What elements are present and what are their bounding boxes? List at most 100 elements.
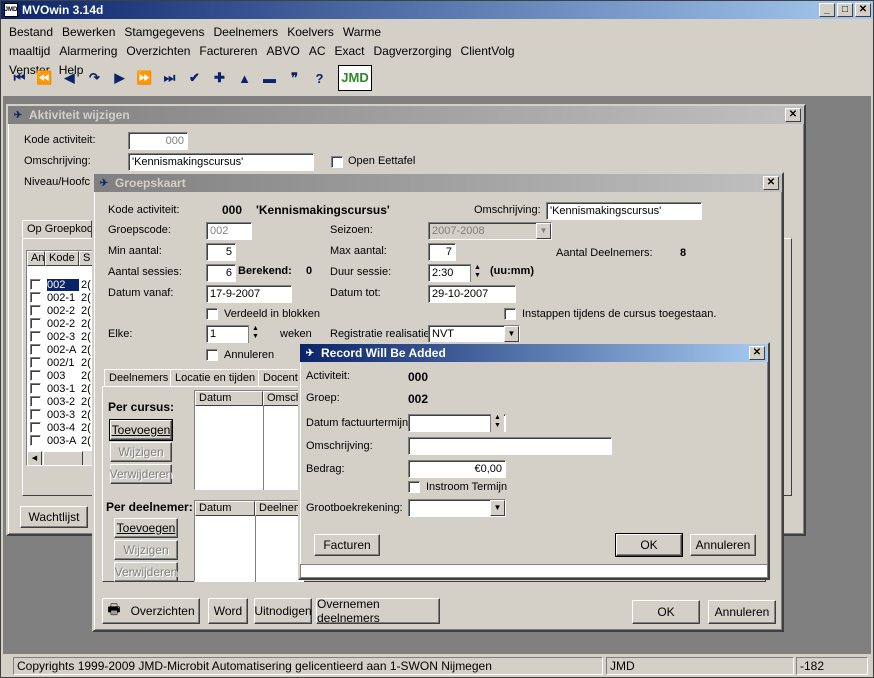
table-row[interactable]: 003-3 2( [27,409,93,422]
deelnemer-wijzigen-button[interactable]: Wijzigen [114,540,178,560]
aw-grid[interactable]: An Kode S 002 2(002-1 2(002-2 2(002-2 2(002-… [26,250,94,466]
col-datum[interactable]: Datum [195,501,255,516]
facturen-button[interactable]: Facturen [314,534,380,556]
row-checkbox[interactable] [30,370,41,381]
gk-close-button[interactable]: ✕ [763,176,779,190]
open-eettafel-checkbox[interactable] [331,156,343,168]
elke-spinner-icon[interactable]: ▲ ▼ [248,325,262,343]
menu-item[interactable]: AC [309,44,326,58]
table-row[interactable]: 002/1 2( [27,357,93,370]
redo-icon[interactable]: ↷ [82,70,107,86]
col-an[interactable]: An [27,251,45,266]
row-checkbox[interactable] [30,292,41,303]
annuleren-checkbox[interactable] [206,349,218,361]
row-checkbox[interactable] [30,344,41,355]
jmd-toolbar-logo[interactable]: JMD [338,65,372,91]
table-row[interactable]: 002 2( [27,279,93,292]
row-checkbox[interactable] [30,435,41,446]
cursus-grid[interactable]: Datum Omsch [194,390,305,490]
table-row[interactable]: 003-A 2( [27,435,93,448]
menu-item[interactable]: Bestand [9,25,53,39]
gk-omschr-input[interactable]: 'Kennismakingscursus' [546,202,702,220]
duur-spinner-icon[interactable]: ▲ ▼ [470,264,484,282]
close-button[interactable]: ✕ [855,3,871,17]
menu-item[interactable]: Exact [334,44,364,58]
menu-item[interactable]: Deelnemers [213,25,278,39]
aw-kode-input[interactable]: 000 [128,132,188,150]
tab-locatie-en-tijden[interactable]: Locatie en tijden [170,369,261,387]
grootboek-dropdown-icon[interactable]: ▼ [490,500,505,516]
row-checkbox[interactable] [30,422,41,433]
table-row[interactable]: 002-3 2( [27,331,93,344]
scroll-left-icon[interactable]: ◀ [27,451,42,465]
deelnemer-grid[interactable]: Datum Deelnem [194,500,305,582]
menu-item[interactable]: ABVO [266,44,299,58]
table-row[interactable]: 002-1 2( [27,292,93,305]
gk-tot-input[interactable]: 29-10-2007 [428,285,516,303]
seizoen-dropdown-icon[interactable]: ▼ [536,223,551,239]
row-checkbox[interactable] [30,331,41,342]
table-row[interactable]: 002-2 2( [27,305,93,318]
table-row[interactable]: 003-2 2( [27,396,93,409]
next-page-icon[interactable]: ⏩ [132,70,157,86]
cursus-toevoegen-button[interactable]: Toevoegen [109,419,173,441]
menu-item[interactable]: Koelvers [287,25,334,39]
row-checkbox[interactable] [30,318,41,329]
next-record-icon[interactable]: ▶ [107,70,132,86]
cursus-verwijderen-button[interactable]: Verwijderen [110,464,172,484]
instroom-checkbox[interactable] [408,481,420,493]
col-datum[interactable]: Datum [195,391,263,406]
cursus-wijzigen-button[interactable]: Wijzigen [110,442,172,462]
aw-omschr-input[interactable]: 'Kennismakingscursus' [128,153,314,171]
horizontal-scrollbar[interactable]: ◀ [27,451,93,465]
row-checkbox[interactable] [30,357,41,368]
instappen-checkbox[interactable] [504,308,516,320]
prev-page-icon[interactable]: ⏪ [32,70,57,86]
row-checkbox[interactable] [30,409,41,420]
rw-ok-button[interactable]: OK [615,533,683,557]
row-checkbox[interactable] [30,305,41,316]
aw-close-button[interactable]: ✕ [785,108,801,122]
delete-icon[interactable]: ▬ [257,71,282,86]
menu-item[interactable]: Bewerken [62,25,115,39]
last-record-icon[interactable]: ⏭ [157,70,182,86]
rw-annuleren-button[interactable]: Annuleren [690,534,756,556]
table-row[interactable]: 003-4 2( [27,422,93,435]
gk-annuleren-button[interactable]: Annuleren [708,600,776,624]
add-icon[interactable]: ✚ [207,70,232,86]
gk-vanaf-input[interactable]: 17-9-2007 [206,285,292,303]
maximize-button[interactable]: □ [837,3,853,17]
rw-close-button[interactable]: ✕ [749,346,765,360]
table-row[interactable]: 003 2( [27,370,93,383]
word-button[interactable]: Word [208,598,248,624]
edit-icon[interactable]: ▲ [232,71,257,86]
table-row[interactable]: 002-2 2( [27,318,93,331]
wachtlijst-button[interactable]: Wachtlijst [20,506,88,528]
tab-docent[interactable]: Docent [258,369,303,387]
col-kode[interactable]: Kode [45,251,79,266]
menu-item[interactable]: Factureren [199,44,257,58]
menu-item[interactable]: Stamgegevens [124,25,204,39]
quote-icon[interactable]: ❞ [282,70,307,86]
scroll-thumb[interactable] [43,451,83,465]
menu-item[interactable]: Alarmering [59,44,117,58]
minimize-button[interactable]: _ [819,3,835,17]
gk-min-input[interactable]: 5 [206,243,236,261]
row-checkbox[interactable] [30,396,41,407]
datum-spinner-icon[interactable]: ▲ ▼ [490,414,504,432]
help-icon[interactable]: ? [307,71,332,86]
row-checkbox[interactable] [30,279,41,290]
deelnemer-verwijderen-button[interactable]: Verwijderen [114,562,178,582]
rw-omschr-input[interactable] [408,437,612,455]
confirm-icon[interactable]: ✔ [182,70,207,86]
tab-deelnemers[interactable]: Deelnemers [104,369,174,387]
gk-seizoen-select[interactable]: 2007-2008 [428,222,552,240]
rw-bedrag-input[interactable]: €0,00 [408,460,506,478]
overnemen-deelnemers-button[interactable]: Overnemen deelnemers [316,597,440,625]
deelnemer-toevoegen-button[interactable]: Toevoegen [114,518,178,538]
menu-item[interactable]: Dagverzorging [374,44,452,58]
table-row[interactable]: 002-A 2( [27,344,93,357]
overzichten-button[interactable]: 🖶 Overzichten [102,598,200,624]
verdeeld-checkbox[interactable] [206,308,218,320]
prev-record-icon[interactable]: ◀ [57,70,82,86]
